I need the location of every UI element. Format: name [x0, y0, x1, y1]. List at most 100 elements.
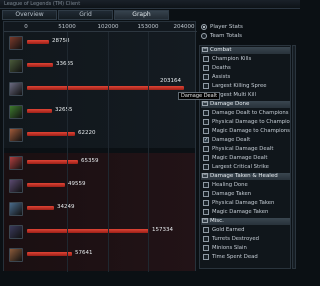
collapse-icon[interactable]: − [202, 47, 208, 52]
stat-option-label: Magic Damage Taken [212, 209, 269, 215]
stat-option[interactable]: ✓ Damage Dealt [203, 136, 290, 144]
stat-option-label: Healing Done [212, 182, 248, 188]
axis-tick-4: 204000 [173, 24, 195, 30]
collapse-icon[interactable]: − [202, 101, 208, 106]
stat-bar[interactable] [27, 63, 53, 67]
stat-option[interactable]: Gold Earned [203, 226, 290, 234]
stat-option[interactable]: Magic Damage Dealt [203, 154, 290, 162]
graph-area: 0 51000 102000 153000 204000 28758 33635 2… [3, 21, 221, 272]
stat-option[interactable]: Physical Damage Taken [203, 199, 290, 207]
stat-value: 33635 [56, 61, 74, 67]
checkbox-icon[interactable] [203, 182, 209, 188]
radio-empty-icon [201, 33, 207, 39]
tab-overview[interactable]: Overview [2, 10, 57, 20]
checkbox-icon[interactable] [203, 227, 209, 233]
checkbox-icon[interactable] [203, 164, 209, 170]
stat-list: − Combat Champion Kills Deaths Assists Larges… [199, 45, 291, 269]
checkbox-icon[interactable] [203, 254, 209, 260]
stat-value: 203164 [160, 78, 181, 84]
stat-bar[interactable] [27, 229, 149, 233]
checkbox-checked-icon[interactable]: ✓ [203, 137, 209, 143]
tab-grid[interactable]: Grid [58, 10, 113, 20]
champion-portrait-icon [9, 156, 23, 170]
stat-bar[interactable] [27, 206, 54, 210]
champion-portrait-icon [9, 202, 23, 216]
stat-option[interactable]: Deaths [203, 64, 290, 72]
stat-option-label: Assists [212, 74, 231, 80]
red-player-row: 49559 [4, 176, 195, 199]
checkbox-icon[interactable] [203, 191, 209, 197]
title-bar: League of Legends (TM) Client [0, 0, 300, 9]
checkbox-icon[interactable] [203, 236, 209, 242]
stat-option[interactable]: Magic Damage Taken [203, 208, 290, 216]
section-title: Damage Done [210, 101, 250, 107]
stat-value: 157334 [152, 227, 173, 233]
champion-portrait-icon [9, 105, 23, 119]
checkbox-icon[interactable] [203, 119, 209, 125]
champion-portrait-icon [9, 36, 23, 50]
stat-value: 49559 [68, 181, 86, 187]
stat-option[interactable]: Time Spent Dead [203, 253, 290, 261]
player-stats-radio[interactable]: Player Stats [201, 23, 243, 31]
checkbox-icon[interactable] [203, 200, 209, 206]
red-player-row: 57641 [4, 245, 195, 268]
stat-option-label: Physical Damage Dealt [212, 146, 274, 152]
stat-value: 32655 [55, 107, 73, 113]
stat-option[interactable]: Healing Done [203, 181, 290, 189]
stats-panel: Player Stats Team Totals − Combat Champion… [198, 21, 297, 271]
value-axis: 0 51000 102000 153000 204000 [4, 22, 197, 32]
stat-option[interactable]: Damage Dealt to Champions [203, 109, 290, 117]
checkbox-icon[interactable] [203, 74, 209, 80]
checkbox-icon[interactable] [203, 83, 209, 89]
stat-option[interactable]: Turrets Destroyed [203, 235, 290, 243]
scrollbar[interactable] [292, 45, 296, 269]
checkbox-icon[interactable] [203, 56, 209, 62]
stat-option[interactable]: Largest Killing Spree [203, 82, 290, 90]
blue-player-row: 62220 [4, 125, 195, 148]
stat-bar[interactable] [27, 109, 52, 113]
stat-bar[interactable] [27, 183, 65, 187]
stat-option[interactable]: Physical Damage to Champions [203, 118, 290, 126]
champion-portrait-icon [9, 179, 23, 193]
stat-option-label: Physical Damage Taken [212, 200, 275, 206]
champion-portrait-icon [9, 59, 23, 73]
stat-option[interactable]: Magic Damage to Champions [203, 127, 290, 135]
stat-bar[interactable] [27, 86, 184, 90]
red-team-rows: 65359 49559 34249 157334 57641 [4, 153, 195, 271]
stat-option[interactable]: Minions Slain [203, 244, 290, 252]
stat-bar[interactable] [27, 40, 49, 44]
stat-bar[interactable] [27, 160, 78, 164]
checkbox-icon[interactable] [203, 209, 209, 215]
stat-option-label: Gold Earned [212, 227, 245, 233]
collapse-icon[interactable]: − [202, 173, 208, 178]
stat-bar[interactable] [27, 252, 72, 256]
tab-graph[interactable]: Graph [114, 10, 169, 20]
blue-player-row: 28758 [4, 33, 195, 56]
blue-player-row: 33635 [4, 56, 195, 79]
bar-tooltip: Damage Dealt [178, 92, 221, 100]
stat-option[interactable]: Assists [203, 73, 290, 81]
stat-option[interactable]: Largest Critical Strike [203, 163, 290, 171]
section-header[interactable]: − Damage Done [201, 101, 290, 108]
section-header[interactable]: − Damage Taken & Healed [201, 173, 290, 180]
stat-option[interactable]: Champion Kills [203, 55, 290, 63]
checkbox-icon[interactable] [203, 245, 209, 251]
grid-line [108, 32, 109, 272]
checkbox-icon[interactable] [203, 128, 209, 134]
stat-option-label: Champion Kills [212, 56, 252, 62]
section-title: Combat [210, 47, 232, 53]
checkbox-icon[interactable] [203, 155, 209, 161]
team-totals-label: Team Totals [210, 33, 242, 39]
stat-option[interactable]: Physical Damage Dealt [203, 145, 290, 153]
checkbox-icon[interactable] [203, 110, 209, 116]
stat-option[interactable]: Damage Taken [203, 190, 290, 198]
stat-option-label: Minions Slain [212, 245, 247, 251]
team-totals-radio[interactable]: Team Totals [201, 32, 242, 40]
checkbox-icon[interactable] [203, 65, 209, 71]
stat-option-label: Damage Dealt to Champions [212, 110, 289, 116]
section-header[interactable]: − Combat [201, 47, 290, 54]
checkbox-icon[interactable] [203, 146, 209, 152]
stat-option-label: Deaths [212, 65, 231, 71]
collapse-icon[interactable]: − [202, 218, 208, 223]
section-header[interactable]: − Misc. [201, 218, 290, 225]
